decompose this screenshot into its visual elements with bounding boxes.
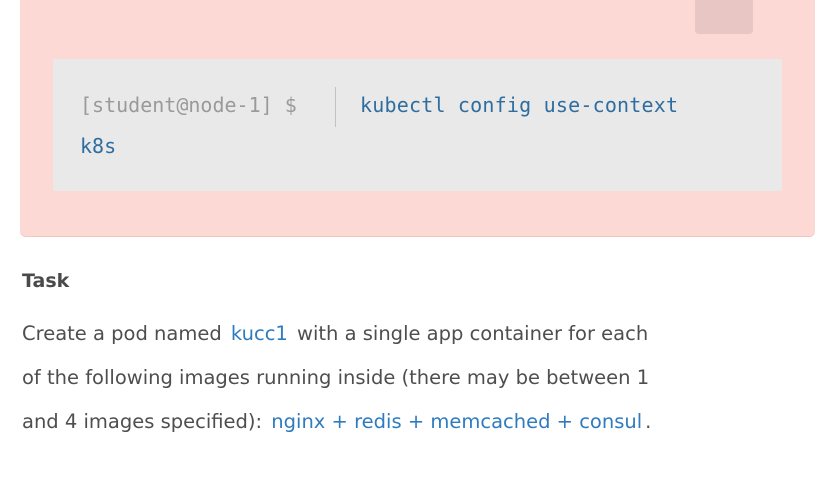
images-code: nginx + redis + memcached + consul xyxy=(271,410,643,433)
task-text: Create a pod named xyxy=(22,322,222,345)
task-line-2: of the following images running inside (… xyxy=(22,366,650,389)
task-text: and 4 images specified): xyxy=(22,410,263,433)
task-description: Create a pod named kucc1 with a single a… xyxy=(22,312,822,444)
copy-tab[interactable] xyxy=(695,0,753,34)
terminal-code-block: [student@node-1] $ kubectl config use-co… xyxy=(53,59,782,191)
task-heading: Task xyxy=(22,270,70,292)
terminal-prompt: [student@node-1] $ xyxy=(80,93,297,117)
task-line-1: Create a pod named kucc1 with a single a… xyxy=(22,312,822,356)
context-alert-box: [student@node-1] $ kubectl config use-co… xyxy=(20,0,815,236)
task-line-3: and 4 images specified): nginx + redis +… xyxy=(22,400,822,444)
command-text[interactable]: kubectl config use-context xyxy=(360,93,678,117)
command-text-continued[interactable]: k8s xyxy=(80,134,116,158)
task-text: . xyxy=(645,410,652,433)
pod-name-code: kucc1 xyxy=(230,322,288,345)
task-text: with a single app container for each xyxy=(297,322,649,345)
prompt-divider xyxy=(335,87,336,127)
